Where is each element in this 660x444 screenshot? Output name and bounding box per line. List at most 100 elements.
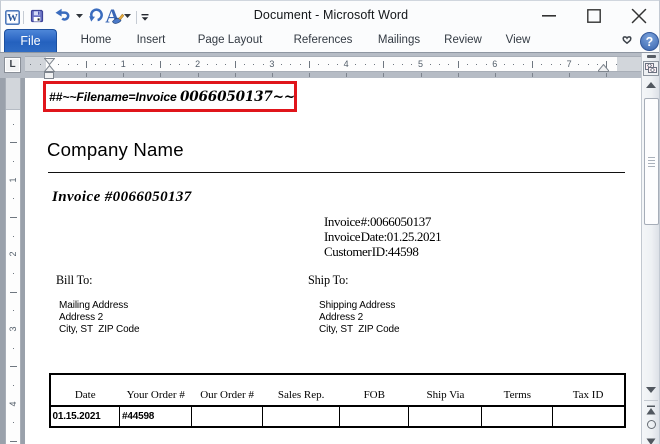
col-header-tax-id: Tax ID [553,375,624,405]
previous-page-icon[interactable] [646,405,656,415]
ruler-tick [532,61,533,68]
first-line-indent-marker[interactable] [44,58,55,65]
ruler-tick [365,64,366,65]
right-indent-marker[interactable] [598,64,609,72]
minimize-ribbon-icon[interactable] [622,36,632,44]
ruler-tick [551,64,552,65]
ruler-tick [198,73,199,77]
ruler-tick [355,64,356,65]
invoice-number-line: Invoice #:0066050137 [324,214,441,229]
tab-view[interactable]: View [499,29,537,52]
ruler-tick [616,64,617,65]
ruler-tick [448,64,449,65]
ruler-tick [541,64,542,65]
ruler-tick [374,64,375,65]
thumb-grip [648,160,655,161]
ruler-tick [272,73,273,77]
ruler-tick [13,198,14,199]
cell-your-order: #44598 [120,407,192,426]
customer-id-line: Customer ID:44598 [324,244,441,259]
ruler-tick [10,217,17,218]
ruler-tick [337,64,338,65]
invoice-table: Date Your Order # Our Order # Sales Rep.… [49,373,626,428]
col-header-terms: Terms [482,375,553,405]
ruler-tick [402,64,403,65]
company-name-heading: Company Name [47,139,184,161]
tab-insert[interactable]: Insert [129,29,173,52]
col-header-date: Date [51,375,121,405]
ruler-tick [328,64,329,65]
horizontal-ruler[interactable]: 1234567 [25,56,641,72]
ruler-number: 2 [8,249,18,259]
ruler-tick [13,161,14,162]
split-handle[interactable] [647,55,656,58]
scroll-down-arrow-icon[interactable] [646,387,656,393]
ruler-tick [290,64,291,65]
cell-tax-id [553,407,624,426]
next-page-icon[interactable] [646,438,656,444]
ruler-tick [142,64,143,65]
view-ruler-button[interactable] [643,61,659,76]
tab-file[interactable]: File [4,29,57,52]
maximize-button[interactable] [579,1,609,29]
font-color-dropdown-icon[interactable] [124,14,131,18]
ruler-number: 1 [8,175,18,185]
ruler-tick [13,348,14,349]
ruler-tick [40,64,41,65]
ruler-tick [216,64,217,65]
tab-references[interactable]: References [286,29,360,52]
ruler-tick [13,310,14,311]
tab-review[interactable]: Review [439,29,487,52]
billing-address-block: Mailing Address Address 2 City, ST ZIP C… [59,300,139,336]
select-browse-object-icon[interactable] [647,420,656,429]
ruler-tick [244,64,245,65]
minimize-button[interactable] [534,1,564,29]
cell-ship-via [409,407,482,426]
page[interactable]: ##~~Filename=Invoice 0066050137~~ Compan… [25,78,641,444]
ruler-tick [467,64,468,65]
tab-stop-selector[interactable]: L [4,57,21,73]
vertical-scrollbar[interactable] [641,53,659,444]
ruler-tick [253,64,254,65]
address-line: Address 2 [319,312,399,324]
thumb-grip [648,157,655,158]
ruler-tick [393,64,394,65]
tab-page-layout[interactable]: Page Layout [187,29,273,52]
ruler-tick [263,64,264,65]
redo-icon[interactable] [88,8,103,22]
ruler-number: 2 [193,59,203,69]
ruler-tick [300,64,301,65]
scrollbar-thumb[interactable] [644,98,659,225]
tab-mailings[interactable]: Mailings [369,29,429,52]
invoice-title: Invoice #0066050137 [52,189,192,206]
ruler-tick [383,73,384,77]
cell-terms [482,407,553,426]
ruler-tick [10,142,17,143]
customize-qat-icon[interactable] [141,14,149,21]
ruler-tick [68,64,69,65]
ruler-tick [151,64,152,65]
tab-home[interactable]: Home [73,29,119,52]
ruler-tick [235,73,236,77]
left-indent-marker[interactable] [44,72,54,79]
ruler-tick [476,64,477,65]
invoice-table-data-row: 01.15.2021 #44598 [51,407,624,426]
address-line: Mailing Address [59,300,139,312]
ruler-tick [105,64,106,65]
ruler-tick [495,73,496,77]
address-line: City, ST ZIP Code [319,324,399,336]
ruler-number: 6 [490,59,500,69]
save-icon[interactable] [30,9,44,23]
ruler-tick [430,64,431,65]
invoice-table-header-row: Date Your Order # Our Order # Sales Rep.… [51,375,624,407]
vertical-ruler[interactable]: 1234 [5,78,21,444]
ruler-tick [523,64,524,65]
ruler-tick [10,441,17,442]
undo-icon[interactable] [55,8,71,22]
scroll-up-arrow-icon[interactable] [646,82,656,88]
ruler-tick [513,64,514,65]
help-icon[interactable]: ? [640,32,659,51]
ruler-tick [225,64,226,65]
close-button[interactable] [624,1,654,29]
undo-dropdown-icon[interactable] [76,14,83,18]
